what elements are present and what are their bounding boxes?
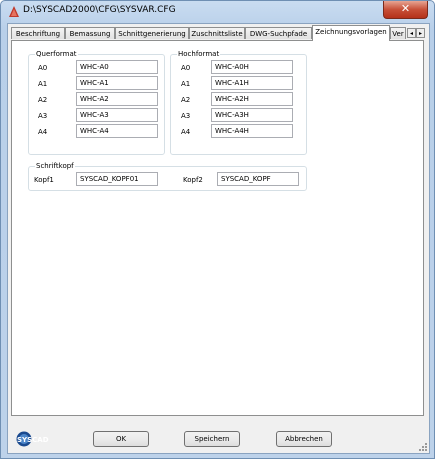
kopf1-label: Kopf1 bbox=[34, 176, 54, 184]
tab-bemassung[interactable]: Bemassung bbox=[65, 27, 115, 39]
save-button[interactable]: Speichern bbox=[184, 431, 240, 447]
tab-beschriftung[interactable]: Beschriftung bbox=[11, 27, 65, 39]
hochformat-a3-label: A3 bbox=[181, 112, 191, 120]
chevron-right-icon: ▸ bbox=[418, 30, 422, 37]
querformat-title: Querformat bbox=[35, 49, 78, 59]
schriftkopf-title: Schriftkopf bbox=[35, 161, 75, 171]
dialog-window: D:\SYSCAD2000\CFG\SYSVAR.CFG ✕ Beschrift… bbox=[0, 0, 435, 459]
tab-scroll-left-button[interactable]: ◂ bbox=[407, 28, 416, 38]
querformat-a0-input[interactable]: WHC-A0 bbox=[76, 60, 158, 74]
close-icon: ✕ bbox=[400, 2, 411, 15]
close-button[interactable]: ✕ bbox=[383, 1, 428, 19]
hochformat-a2-label: A2 bbox=[181, 96, 191, 104]
tab-zeichnungsvorlagen[interactable]: Zeichnungsvorlagen bbox=[312, 25, 390, 41]
querformat-a3-input[interactable]: WHC-A3 bbox=[76, 108, 158, 122]
syscad-logo: SYSCAD bbox=[16, 431, 49, 447]
tab-zuschnittsliste[interactable]: Zuschnittsliste bbox=[189, 27, 245, 39]
tab-dwg-suchpfade[interactable]: DWG-Suchpfade bbox=[245, 27, 312, 39]
querformat-a1-input[interactable]: WHC-A1 bbox=[76, 76, 158, 90]
tab-scroll-right-button[interactable]: ▸ bbox=[416, 28, 425, 38]
querformat-a0-label: A0 bbox=[38, 64, 48, 72]
cancel-button[interactable]: Abbrechen bbox=[276, 431, 332, 447]
dialog-client-area: Beschriftung Bemassung Schnittgenerierun… bbox=[7, 23, 430, 454]
querformat-a4-input[interactable]: WHC-A4 bbox=[76, 124, 158, 138]
hochformat-a0-label: A0 bbox=[181, 64, 191, 72]
hochformat-a0-input[interactable]: WHC-A0H bbox=[211, 60, 293, 74]
logo-text: SYSCAD bbox=[17, 436, 49, 444]
querformat-a4-label: A4 bbox=[38, 128, 48, 136]
kopf2-label: Kopf2 bbox=[183, 176, 203, 184]
hochformat-a1-label: A1 bbox=[181, 80, 191, 88]
hochformat-title: Hochformat bbox=[177, 49, 221, 59]
app-icon bbox=[9, 6, 19, 17]
querformat-a2-input[interactable]: WHC-A2 bbox=[76, 92, 158, 106]
querformat-a3-label: A3 bbox=[38, 112, 48, 120]
hochformat-a1-input[interactable]: WHC-A1H bbox=[211, 76, 293, 90]
window-title: D:\SYSCAD2000\CFG\SYSVAR.CFG bbox=[23, 5, 176, 15]
hochformat-group: Hochformat A0 WHC-A0H A1 WHC-A1H A2 WHC-… bbox=[170, 49, 307, 155]
querformat-a2-label: A2 bbox=[38, 96, 48, 104]
querformat-a1-label: A1 bbox=[38, 80, 48, 88]
schriftkopf-group: Schriftkopf Kopf1 SYSCAD_KOPF01 Kopf2 SY… bbox=[28, 161, 307, 191]
hochformat-a2-input[interactable]: WHC-A2H bbox=[211, 92, 293, 106]
button-bar: SYSCAD OK Speichern Abbrechen bbox=[8, 416, 429, 453]
hochformat-a3-input[interactable]: WHC-A3H bbox=[211, 108, 293, 122]
kopf2-input[interactable]: SYSCAD_KOPF bbox=[217, 172, 299, 186]
tab-panel-zeichnungsvorlagen: Querformat A0 WHC-A0 A1 WHC-A1 A2 WHC-A2… bbox=[11, 40, 424, 416]
kopf1-input[interactable]: SYSCAD_KOPF01 bbox=[76, 172, 158, 186]
resize-grip-icon[interactable] bbox=[418, 442, 428, 452]
tab-schnittgenerierung[interactable]: Schnittgenerierung bbox=[115, 27, 189, 39]
tab-ver[interactable]: Ver bbox=[390, 27, 406, 39]
chevron-left-icon: ◂ bbox=[409, 30, 413, 37]
hochformat-a4-input[interactable]: WHC-A4H bbox=[211, 124, 293, 138]
hochformat-a4-label: A4 bbox=[181, 128, 191, 136]
title-bar[interactable]: D:\SYSCAD2000\CFG\SYSVAR.CFG ✕ bbox=[1, 1, 434, 23]
querformat-group: Querformat A0 WHC-A0 A1 WHC-A1 A2 WHC-A2… bbox=[28, 49, 165, 155]
ok-button[interactable]: OK bbox=[93, 431, 149, 447]
